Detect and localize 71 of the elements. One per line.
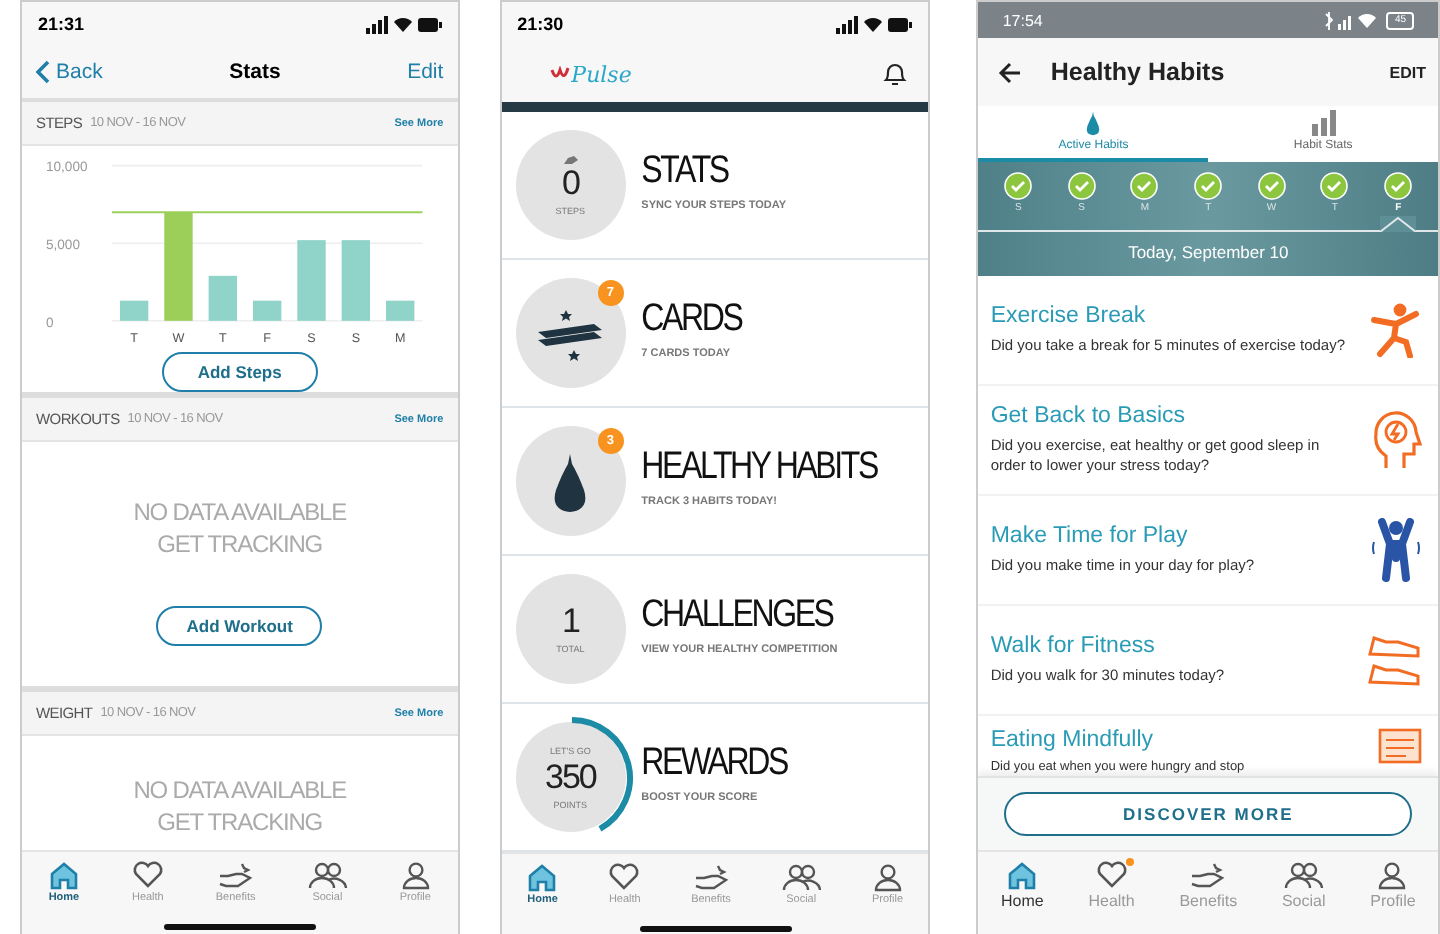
- item-title: CHALLENGES: [641, 594, 836, 638]
- points-value: 350: [544, 759, 596, 793]
- hand-icon: [217, 860, 254, 890]
- screen-title: Stats: [229, 60, 281, 84]
- home-icon: [47, 860, 80, 890]
- tab-bar-item[interactable]: Health: [1088, 860, 1135, 910]
- bar: [252, 300, 281, 321]
- count-value: 0: [561, 166, 579, 200]
- signal-wifi-battery-icon: [836, 15, 913, 33]
- habit-title: Make Time for Play: [990, 523, 1190, 548]
- tab-bar-item[interactable]: Benefits: [1179, 860, 1238, 910]
- back-button[interactable]: Back: [36, 60, 103, 84]
- tab-bar-item[interactable]: Profile: [1370, 860, 1416, 910]
- edit-button[interactable]: Edit: [407, 60, 444, 84]
- hand-icon: [1190, 860, 1227, 890]
- person-icon: [1376, 860, 1409, 890]
- empty-state-text: GET TRACKING: [157, 530, 323, 558]
- count-value: 1: [561, 604, 579, 638]
- bar: [119, 300, 148, 321]
- chevron-left-icon: [36, 60, 50, 84]
- head-lightning-icon: [1370, 410, 1422, 470]
- add-button[interactable]: Add Steps: [161, 352, 318, 392]
- heart-icon: [131, 860, 164, 890]
- bar: [208, 275, 237, 321]
- figure-arms-up-icon: [1370, 518, 1422, 582]
- habit-title: Walk for Fitness: [990, 633, 1157, 658]
- empty-state-text: GET TRACKING: [157, 808, 323, 836]
- home-icon: [1006, 860, 1039, 890]
- app-logo: Pulse: [571, 61, 632, 87]
- bar: [341, 240, 370, 321]
- item-title: CARDS: [641, 298, 742, 342]
- status-time: 17:54: [1002, 11, 1043, 29]
- tab-bar-item[interactable]: Home: [1001, 860, 1044, 910]
- empty-state-text: NO DATA AVAILABLE: [133, 776, 346, 804]
- screen-title: Healthy Habits: [1050, 58, 1225, 86]
- people-icon: [1283, 860, 1324, 890]
- bell-icon[interactable]: [882, 60, 909, 88]
- back-arrow-icon[interactable]: [998, 61, 1023, 83]
- bar: [385, 300, 415, 321]
- item-title: HEALTHY HABITS: [641, 446, 877, 490]
- home-icon: [526, 862, 559, 892]
- signal-wifi-battery-icon: [365, 15, 442, 33]
- habit-title: Exercise Break: [990, 303, 1148, 328]
- signal-wifi-icon: [1324, 11, 1381, 29]
- status-time: 21:30: [517, 14, 564, 34]
- logo-mark-icon: [549, 66, 570, 82]
- bar-chart-icon: [1311, 110, 1336, 136]
- empty-state-text: NO DATA AVAILABLE: [133, 498, 346, 526]
- bar: [296, 240, 326, 321]
- person-icon: [871, 862, 904, 892]
- edit-button[interactable]: EDIT: [1389, 63, 1426, 81]
- heart-icon: [608, 862, 641, 892]
- item-title: STATS: [641, 150, 731, 194]
- habit-title: Get Back to Basics: [990, 403, 1187, 428]
- hand-icon: [693, 862, 729, 892]
- add-button[interactable]: Add Workout: [156, 606, 323, 646]
- bar: [163, 212, 193, 321]
- discover-more-button[interactable]: DISCOVER MORE: [1004, 792, 1413, 836]
- people-icon: [781, 862, 822, 892]
- people-icon: [307, 860, 348, 890]
- menu-board-icon: [1378, 728, 1422, 764]
- status-time: 21:31: [38, 14, 85, 34]
- tab-bar-item[interactable]: Social: [1281, 860, 1326, 910]
- sneakers-icon: [1366, 632, 1422, 688]
- heart-icon: [1095, 860, 1128, 890]
- person-icon: [399, 860, 432, 890]
- date-label: Today, September 10: [1126, 242, 1291, 262]
- item-title: REWARDS: [641, 742, 787, 786]
- notification-dot: [1125, 858, 1134, 866]
- habit-title: Eating Mindfully: [990, 728, 1156, 752]
- jumping-figure-icon: [1370, 302, 1422, 358]
